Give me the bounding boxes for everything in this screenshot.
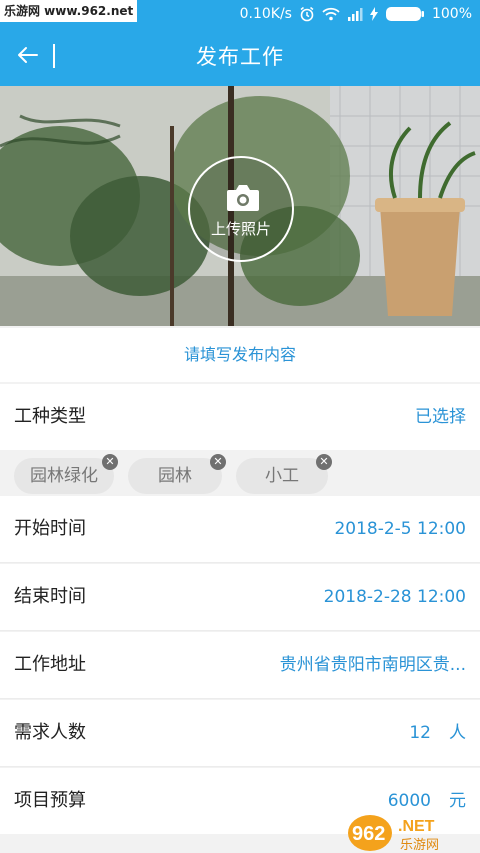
page-title: 发布工作 bbox=[196, 45, 284, 69]
work-address-label: 工作地址 bbox=[14, 654, 86, 675]
work-address-value[interactable]: 贵州省贵阳市南明区贵... bbox=[280, 632, 466, 698]
battery-icon bbox=[385, 6, 425, 22]
battery-level: 100% bbox=[431, 6, 472, 22]
wifi-icon bbox=[322, 7, 340, 21]
headcount-row[interactable]: 需求人数 12 人 bbox=[0, 700, 480, 766]
signal-icon bbox=[347, 7, 363, 21]
remove-chip-icon[interactable]: ✕ bbox=[210, 454, 226, 470]
work-address-row[interactable]: 工作地址 贵州省贵阳市南明区贵... bbox=[0, 632, 480, 698]
svg-text:乐游网: 乐游网 bbox=[400, 838, 439, 853]
type-chip: 小工 ✕ bbox=[236, 454, 332, 494]
headcount-number: 12 bbox=[409, 723, 431, 743]
upload-photo-button[interactable]: 上传照片 bbox=[188, 156, 294, 262]
end-time-label: 结束时间 bbox=[14, 586, 86, 607]
divider bbox=[0, 766, 480, 767]
type-chip: 园林 ✕ bbox=[128, 454, 226, 494]
headcount-value[interactable]: 12 人 bbox=[409, 700, 466, 766]
svg-text:.NET: .NET bbox=[398, 818, 435, 835]
headcount-label: 需求人数 bbox=[14, 722, 86, 743]
status-icons: 0.10K/s 100% bbox=[240, 0, 472, 28]
work-type-label: 工种类型 bbox=[14, 406, 86, 427]
divider bbox=[0, 698, 480, 699]
type-chip-label: 园林 bbox=[158, 466, 192, 486]
remove-chip-icon[interactable]: ✕ bbox=[102, 454, 118, 470]
divider bbox=[0, 630, 480, 631]
end-time-value[interactable]: 2018-2-28 12:00 bbox=[324, 564, 466, 630]
watermark-top: 乐游网 www.962.net bbox=[0, 0, 138, 22]
cover-photo: 上传照片 bbox=[0, 86, 480, 326]
status-bar: 乐游网 www.962.net 0.10K/s 100% bbox=[0, 0, 480, 28]
work-type-row[interactable]: 工种类型 已选择 bbox=[0, 384, 480, 450]
start-time-value[interactable]: 2018-2-5 12:00 bbox=[334, 496, 466, 562]
end-time-row[interactable]: 结束时间 2018-2-28 12:00 bbox=[0, 564, 480, 630]
network-speed: 0.10K/s bbox=[239, 6, 292, 22]
remove-chip-icon[interactable]: ✕ bbox=[316, 454, 332, 470]
divider bbox=[0, 562, 480, 563]
selected-types: 园林绿化 ✕ 园林 ✕ 小工 ✕ bbox=[0, 450, 480, 496]
alarm-icon bbox=[299, 6, 315, 22]
start-time-row[interactable]: 开始时间 2018-2-5 12:00 bbox=[0, 496, 480, 562]
type-chip-label: 小工 bbox=[265, 466, 299, 486]
work-type-value[interactable]: 已选择 bbox=[415, 384, 466, 450]
budget-label: 项目预算 bbox=[14, 790, 86, 811]
type-chip-label: 园林绿化 bbox=[30, 466, 98, 486]
charging-icon bbox=[369, 7, 378, 21]
budget-number: 6000 bbox=[387, 791, 431, 811]
svg-text:962: 962 bbox=[352, 823, 385, 845]
start-time-label: 开始时间 bbox=[14, 518, 86, 539]
budget-unit: 元 bbox=[449, 791, 466, 811]
fill-hint: 请填写发布内容 bbox=[0, 328, 480, 382]
app-bar: 发布工作 bbox=[0, 28, 480, 86]
watermark-logo: 962 .NET 乐游网 bbox=[346, 809, 480, 853]
type-chip: 园林绿化 ✕ bbox=[14, 454, 118, 494]
camera-icon bbox=[226, 184, 260, 216]
headcount-unit: 人 bbox=[449, 723, 466, 743]
upload-photo-label: 上传照片 bbox=[210, 220, 271, 238]
